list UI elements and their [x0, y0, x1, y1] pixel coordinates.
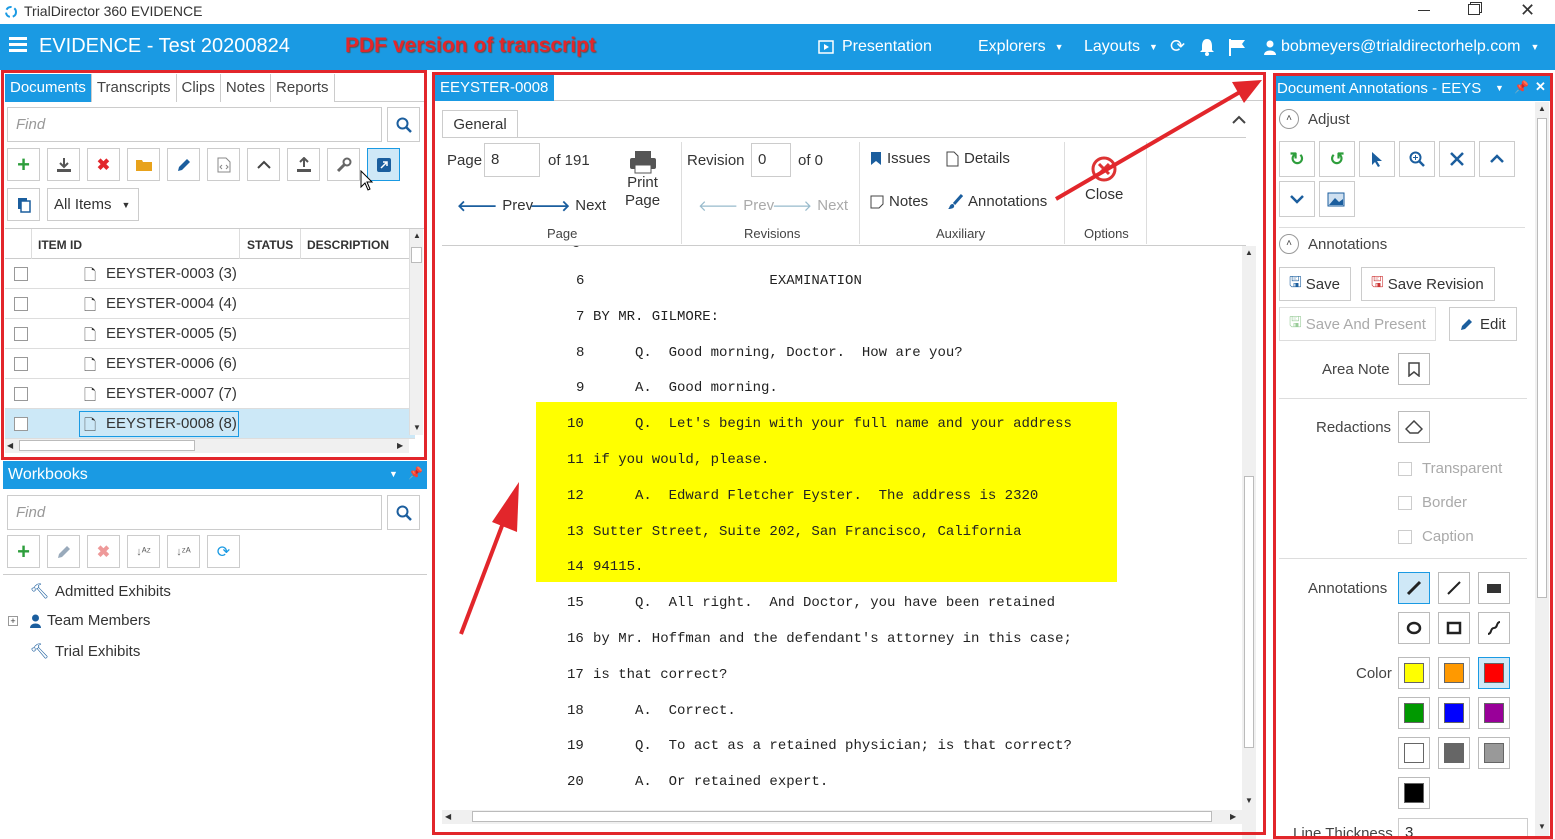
workbooks-panel: Workbooks ▼ 📌 Find + ✖ ↓ᴬᶻ ↓ᶻᴬ ⟳ 🔨︎ Admit… — [0, 460, 430, 839]
annotations-panel: Document Annotations - EEYS ▼ 📌 ✕ ˄ Adju… — [1271, 70, 1555, 839]
callout-label: PDF version of transcript — [345, 34, 596, 57]
workbook-item[interactable]: 🔨︎ Admitted Exhibits — [30, 582, 171, 601]
highlight-box-documents — [1, 70, 427, 460]
gavel-icon: 🔨︎ — [30, 643, 50, 660]
workbooks-search-button[interactable] — [387, 495, 420, 530]
hamburger-menu-icon[interactable] — [9, 36, 27, 52]
workbooks-toolbar: + ✖ ↓ᴬᶻ ↓ᶻᴬ ⟳ — [7, 535, 240, 568]
highlight-box-annotations — [1273, 73, 1553, 839]
window-titlebar: TrialDirector 360 EVIDENCE ✕ — [0, 0, 1555, 24]
expand-icon[interactable]: + — [8, 615, 18, 626]
pin-icon[interactable]: 📌 — [408, 466, 423, 480]
sort-az-button[interactable]: ↓ᴬᶻ — [127, 535, 160, 568]
document-viewer: EEYSTER-0008 General Page 8 of 191 Print… — [430, 70, 1270, 839]
delete-x-icon: ✖ — [96, 543, 111, 561]
user-icon — [1264, 40, 1276, 55]
flag-icon[interactable] — [1228, 38, 1246, 56]
sort-az-icon: ↓ᴬᶻ — [136, 545, 151, 558]
caret-down-icon: ▼ — [1054, 42, 1064, 52]
maximize-icon[interactable] — [1468, 4, 1480, 15]
refresh-icon: ⟳ — [216, 543, 231, 561]
gavel-icon: 🔨︎ — [30, 583, 50, 600]
search-icon — [396, 505, 412, 521]
minimize-icon[interactable] — [1418, 10, 1430, 11]
close-window-icon[interactable]: ✕ — [1520, 0, 1535, 21]
explorers-menu[interactable]: Explorers ▼ — [978, 38, 1064, 56]
add-workbook-button[interactable]: + — [7, 535, 40, 568]
refresh-button[interactable]: ⟳ — [207, 535, 240, 568]
workbooks-title: Workbooks — [8, 466, 88, 483]
edit-workbook-button[interactable] — [47, 535, 80, 568]
app-logo-icon — [4, 5, 18, 19]
workbook-item[interactable]: + Team Members — [8, 612, 150, 629]
documents-panel: Documents Transcripts Clips Notes Report… — [0, 70, 430, 460]
workbooks-search-input[interactable]: Find — [7, 495, 382, 530]
sort-za-button[interactable]: ↓ᶻᴬ — [167, 535, 200, 568]
user-icon — [30, 614, 41, 628]
highlight-box-viewer — [432, 72, 1266, 835]
caret-down-icon: ▼ — [1149, 42, 1158, 52]
caret-down-icon: ▼ — [1530, 42, 1540, 52]
case-title[interactable]: EVIDENCE - Test 20200824 — [39, 35, 290, 58]
user-menu[interactable]: bobmeyers@trialdirectorhelp.com ▼ — [1264, 38, 1539, 56]
app-header: EVIDENCE - Test 20200824 PDF version of … — [0, 24, 1555, 70]
workbook-item[interactable]: 🔨︎ Trial Exhibits — [30, 642, 140, 661]
sort-za-icon: ↓ᶻᴬ — [176, 545, 191, 558]
bell-icon[interactable] — [1199, 38, 1215, 56]
sync-icon[interactable]: ⟳ — [1170, 36, 1185, 57]
workbooks-header: Workbooks ▼ 📌 — [3, 461, 427, 489]
pencil-icon — [57, 545, 70, 558]
presentation-icon — [818, 40, 834, 54]
delete-workbook-button[interactable]: ✖ — [87, 535, 120, 568]
plus-icon: + — [17, 538, 30, 564]
presentation-button[interactable]: Presentation — [818, 38, 932, 56]
caret-down-icon[interactable]: ▼ — [389, 469, 398, 479]
layouts-menu[interactable]: Layouts ▼ — [1084, 38, 1158, 56]
window-title: TrialDirector 360 EVIDENCE — [24, 3, 203, 19]
